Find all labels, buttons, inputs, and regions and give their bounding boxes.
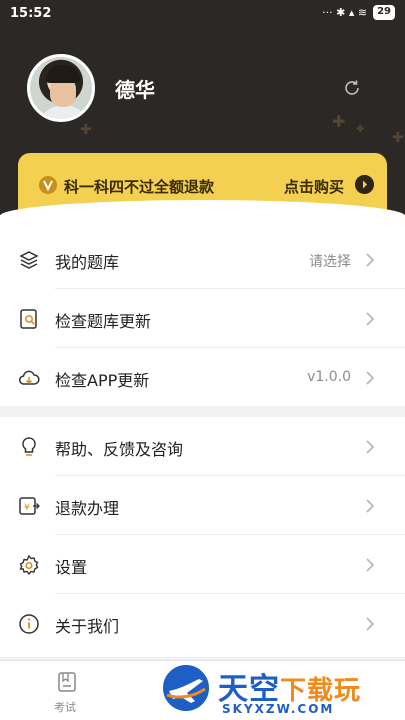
menu-item-my-question-bank[interactable]: 我的题库 请选择 — [0, 230, 405, 289]
menu-label: 帮助、反馈及咨询 — [55, 440, 184, 459]
banner-text: 科一科四不过全额退款 — [64, 178, 215, 196]
menu-label: 退款办理 — [55, 499, 120, 518]
decor-plus-icon: ✚ — [392, 130, 404, 146]
decor-plus-icon: ✚ — [332, 112, 346, 131]
decor-plus-icon: ✚ — [80, 122, 92, 138]
exam-tab-icon[interactable] — [56, 671, 78, 693]
buy-now-link[interactable]: 点击购买 — [284, 176, 344, 197]
menu-label: 设置 — [55, 558, 88, 577]
avatar[interactable] — [27, 54, 95, 122]
info-icon — [19, 614, 39, 634]
watermark-logo-icon — [160, 662, 212, 714]
header-curve — [0, 200, 405, 230]
status-icons: ··· ✱ ▴ ≋ 29 — [322, 5, 395, 20]
menu-item-refund[interactable]: ¥ 退款办理 — [0, 476, 405, 535]
signal-wifi-icons: ··· ✱ ▴ ≋ — [322, 6, 368, 19]
chevron-right-icon — [366, 371, 375, 385]
v-badge-icon — [39, 176, 57, 194]
menu-label: 检查APP更新 — [55, 371, 150, 390]
menu-label: 检查题库更新 — [55, 312, 152, 331]
tab-exam[interactable]: 考试 — [54, 699, 76, 715]
chevron-right-icon — [366, 499, 375, 513]
app-version: v1.0.0 — [307, 369, 351, 385]
user-name: 德华 — [115, 78, 155, 102]
menu-item-check-app-update[interactable]: 检查APP更新 v1.0.0 — [0, 348, 405, 407]
chevron-right-icon — [366, 558, 375, 572]
avatar-body — [36, 105, 92, 119]
refund-icon: ¥ — [19, 497, 40, 515]
menu-item-check-bank-update[interactable]: 检查题库更新 — [0, 289, 405, 348]
avatar-hair — [46, 65, 80, 83]
svg-text:¥: ¥ — [24, 503, 30, 513]
chevron-right-icon — [366, 312, 375, 326]
chevron-right-icon — [366, 617, 375, 631]
layers-icon — [19, 251, 39, 269]
menu-group-support: 帮助、反馈及咨询 ¥ 退款办理 设置 关于我们 — [0, 417, 405, 657]
buy-arrow-icon[interactable] — [355, 175, 374, 194]
menu-label: 关于我们 — [55, 617, 120, 636]
menu-group-question-bank: 我的题库 请选择 检查题库更新 检查APP更新 v1.0.0 — [0, 230, 405, 406]
menu-value: 请选择 — [309, 254, 351, 270]
search-doc-icon — [20, 309, 37, 329]
menu-item-about[interactable]: 关于我们 — [0, 594, 405, 653]
status-bar: 15:52 ··· ✱ ▴ ≋ 29 — [0, 0, 405, 28]
plane-icon — [166, 679, 206, 703]
chevron-right-icon — [366, 253, 375, 267]
menu-item-help-feedback[interactable]: 帮助、反馈及咨询 — [0, 417, 405, 476]
lightbulb-icon — [22, 437, 36, 456]
menu-item-settings[interactable]: 设置 — [0, 535, 405, 594]
gear-icon — [19, 554, 39, 576]
watermark: 天空下载玩 SKYXZW.COM — [160, 662, 400, 720]
chevron-right-icon — [366, 440, 375, 454]
menu-label: 我的题库 — [55, 253, 120, 272]
refresh-icon[interactable] — [342, 78, 362, 98]
status-time: 15:52 — [10, 6, 52, 21]
cloud-download-icon — [19, 370, 40, 385]
watermark-url: SKYXZW.COM — [222, 702, 335, 716]
battery-icon: 29 — [373, 5, 395, 20]
decor-plus-icon: ✚ — [356, 124, 365, 135]
